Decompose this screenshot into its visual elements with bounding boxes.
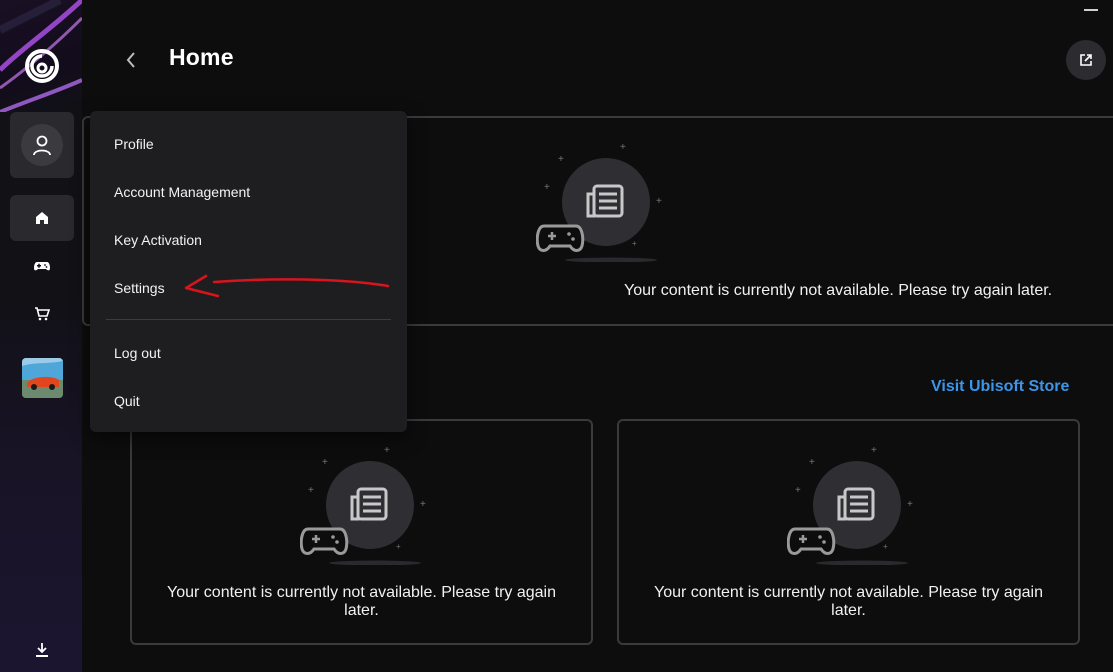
- svg-text:+: +: [322, 457, 328, 468]
- game-thumbnail[interactable]: [22, 358, 63, 398]
- menu-item-log-out[interactable]: Log out: [114, 345, 161, 361]
- cart-icon: [35, 307, 50, 321]
- sidebar-art-bottom: [0, 292, 82, 672]
- svg-text:+: +: [795, 485, 801, 496]
- news-gamepad-icon: + + + + +: [300, 445, 426, 565]
- svg-text:+: +: [656, 196, 662, 207]
- news-gamepad-icon: + + + + +: [787, 445, 913, 565]
- card-message: Your content is currently not available.…: [167, 584, 556, 619]
- gamepad-icon: [34, 262, 50, 271]
- back-button[interactable]: [118, 46, 144, 74]
- store-card-right: + + + + + Your content is currently not …: [617, 419, 1080, 645]
- menu-item-key-activation[interactable]: Key Activation: [114, 232, 202, 248]
- svg-text:+: +: [632, 239, 637, 248]
- svg-text:+: +: [620, 142, 626, 153]
- annotation-arrow: [184, 274, 390, 298]
- svg-text:+: +: [558, 154, 564, 165]
- visit-store-link[interactable]: Visit Ubisoft Store: [931, 378, 1069, 396]
- home-icon: [36, 212, 48, 224]
- svg-text:+: +: [883, 542, 888, 551]
- chevron-left-icon: [126, 52, 135, 68]
- menu-item-settings[interactable]: Settings: [114, 280, 165, 296]
- svg-text:+: +: [809, 457, 815, 468]
- news-gamepad-icon: + + + + +: [536, 142, 662, 262]
- ubisoft-logo-icon[interactable]: [24, 48, 60, 84]
- user-icon: [33, 135, 51, 156]
- svg-text:+: +: [907, 499, 913, 510]
- nav-games-button[interactable]: [10, 243, 74, 289]
- download-button[interactable]: [26, 636, 58, 664]
- nav-home-button[interactable]: [10, 195, 74, 241]
- menu-item-quit[interactable]: Quit: [114, 393, 140, 409]
- profile-button[interactable]: [10, 112, 74, 178]
- ubisoft-connect-window: Home + + + + + Your content is currently…: [0, 0, 1113, 672]
- menu-divider: [106, 319, 391, 320]
- nav-store-button[interactable]: [10, 291, 74, 337]
- store-card-left: + + + + + Your content is currently not …: [130, 419, 593, 645]
- svg-text:+: +: [420, 499, 426, 510]
- download-icon: [36, 643, 48, 657]
- svg-text:+: +: [396, 542, 401, 551]
- sidebar: [0, 0, 82, 672]
- page-title: Home: [169, 44, 234, 70]
- external-link-icon: [1080, 54, 1092, 66]
- svg-text:+: +: [544, 182, 550, 193]
- svg-text:+: +: [308, 485, 314, 496]
- svg-text:+: +: [384, 445, 390, 456]
- menu-item-profile[interactable]: Profile: [114, 136, 154, 152]
- svg-text:+: +: [871, 445, 877, 456]
- avatar: [21, 124, 63, 166]
- menu-item-account-management[interactable]: Account Management: [114, 184, 250, 200]
- window-minimize-button[interactable]: [1084, 9, 1098, 11]
- external-link-button[interactable]: [1066, 40, 1106, 80]
- card-message: Your content is currently not available.…: [654, 584, 1043, 619]
